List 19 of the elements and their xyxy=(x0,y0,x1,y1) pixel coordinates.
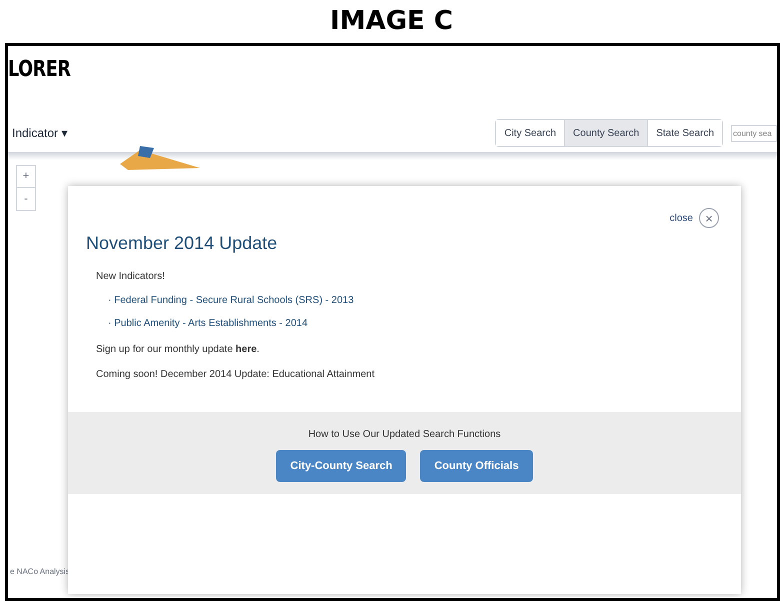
indicator-menu[interactable]: Indicator ▾ xyxy=(12,124,68,142)
search-field[interactable]: county sea xyxy=(731,124,777,142)
zoom-out-button[interactable]: - xyxy=(17,188,35,210)
footer-heading: How to Use Our Updated Search Functions xyxy=(308,428,501,442)
modal-title: November 2014 Update xyxy=(86,232,278,255)
intro-text: New Indicators! xyxy=(96,270,166,284)
indicator-link[interactable]: · Public Amenity - Arts Establishments - 2014 xyxy=(108,316,741,331)
search-help-button[interactable]: County Officials xyxy=(420,450,533,482)
search-tab[interactable]: State Search xyxy=(647,120,722,146)
indicator-link[interactable]: · Federal Funding - Secure Rural Schools (SRS) - 2013 xyxy=(108,293,741,308)
signup-text: Sign up for our monthly update here. xyxy=(96,343,260,357)
close-icon[interactable]: × xyxy=(699,208,719,228)
coming-soon-text: Coming soon! December 2014 Update: Educational Attainment xyxy=(96,368,376,382)
zoom-in-button[interactable]: + xyxy=(17,166,35,188)
search-help-button[interactable]: City-County Search xyxy=(276,450,406,482)
search-tab[interactable]: County Search xyxy=(564,120,648,146)
site-logo: LORER xyxy=(8,59,70,81)
figure-title: IMAGE C xyxy=(330,8,453,34)
close-link[interactable]: close xyxy=(670,210,693,226)
